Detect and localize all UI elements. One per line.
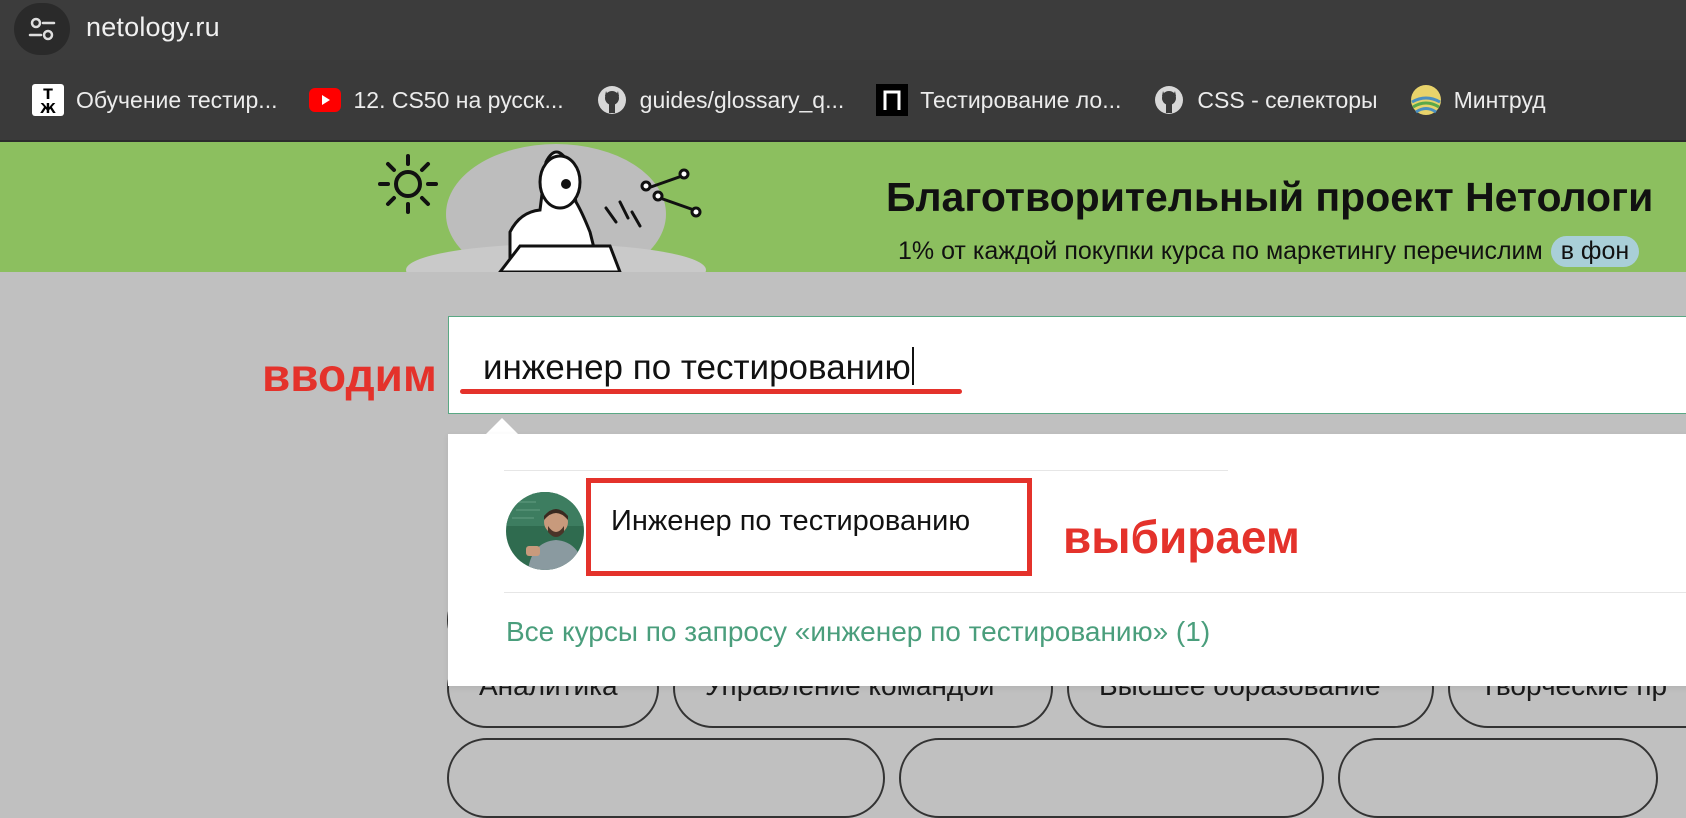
p-logo-icon xyxy=(876,84,909,116)
suggestion-label: Инженер по тестированию xyxy=(611,505,971,537)
bookmark-item[interactable]: CSS - селекторы xyxy=(1153,80,1378,120)
all-results-link[interactable]: Все курсы по запросу «инженер по тестиро… xyxy=(506,616,1210,648)
divider xyxy=(504,592,1686,593)
divider xyxy=(504,470,1228,471)
bookmark-label: CSS - селекторы xyxy=(1197,86,1378,113)
banner-subtitle-text: 1% от каждой покупки курса по маркетингу… xyxy=(898,237,1543,265)
category-chip[interactable] xyxy=(899,738,1324,818)
annotation-underline xyxy=(460,389,962,394)
search-value-text: инженер по тестированию xyxy=(483,348,911,387)
bookmark-item[interactable]: Т Ж Обучение тестир... xyxy=(32,80,277,120)
bookmark-item[interactable]: Минтруд xyxy=(1410,80,1546,120)
bookmarks-bar: Т Ж Обучение тестир... 12. CS50 на русск… xyxy=(0,60,1686,142)
banner-subtitle: 1% от каждой покупки курса по маркетингу… xyxy=(898,236,1640,267)
annotation-choose: выбираем xyxy=(1063,511,1300,563)
banner-fund-pill[interactable]: в фон xyxy=(1550,236,1640,267)
bookmark-item[interactable]: 12. CS50 на русск... xyxy=(309,80,564,120)
tzh-icon: Т Ж xyxy=(32,84,64,116)
github-icon xyxy=(596,84,628,116)
category-chip[interactable] xyxy=(1338,738,1658,818)
youtube-icon xyxy=(309,84,342,116)
github-icon xyxy=(1153,84,1185,116)
bookmark-label: Тестирование ло... xyxy=(920,86,1122,113)
browser-url-bar: netology.ru xyxy=(0,0,1686,60)
svg-text:Т: Т xyxy=(43,87,53,103)
bookmark-label: Минтруд xyxy=(1453,86,1546,113)
search-input-value: инженер по тестированию xyxy=(483,347,914,388)
site-settings-button[interactable] xyxy=(14,3,70,55)
mintrud-icon xyxy=(1410,84,1442,116)
bookmark-item[interactable]: guides/glossary_q... xyxy=(596,80,845,120)
bookmark-label: 12. CS50 на русск... xyxy=(353,86,564,113)
category-chip[interactable] xyxy=(447,738,885,818)
address-bar-url[interactable]: netology.ru xyxy=(86,12,220,43)
charity-banner[interactable]: Благотворительный проект Нетологи 1% от … xyxy=(0,142,1686,272)
bookmark-item[interactable]: Тестирование ло... xyxy=(876,80,1121,120)
tune-icon xyxy=(28,17,56,41)
bookmark-label: guides/glossary_q... xyxy=(639,86,845,113)
course-avatar[interactable] xyxy=(506,492,584,570)
bookmark-label: Обучение тестир... xyxy=(76,86,278,113)
search-input[interactable]: инженер по тестированию xyxy=(448,316,1686,414)
banner-illustration xyxy=(378,144,706,272)
text-caret xyxy=(911,347,914,385)
suggestion-item-highlighted[interactable]: Инженер по тестированию xyxy=(586,478,1032,576)
svg-text:Ж: Ж xyxy=(40,102,56,116)
annotation-enter: вводим xyxy=(262,349,437,401)
banner-title: Благотворительный проект Нетологи xyxy=(886,174,1654,220)
